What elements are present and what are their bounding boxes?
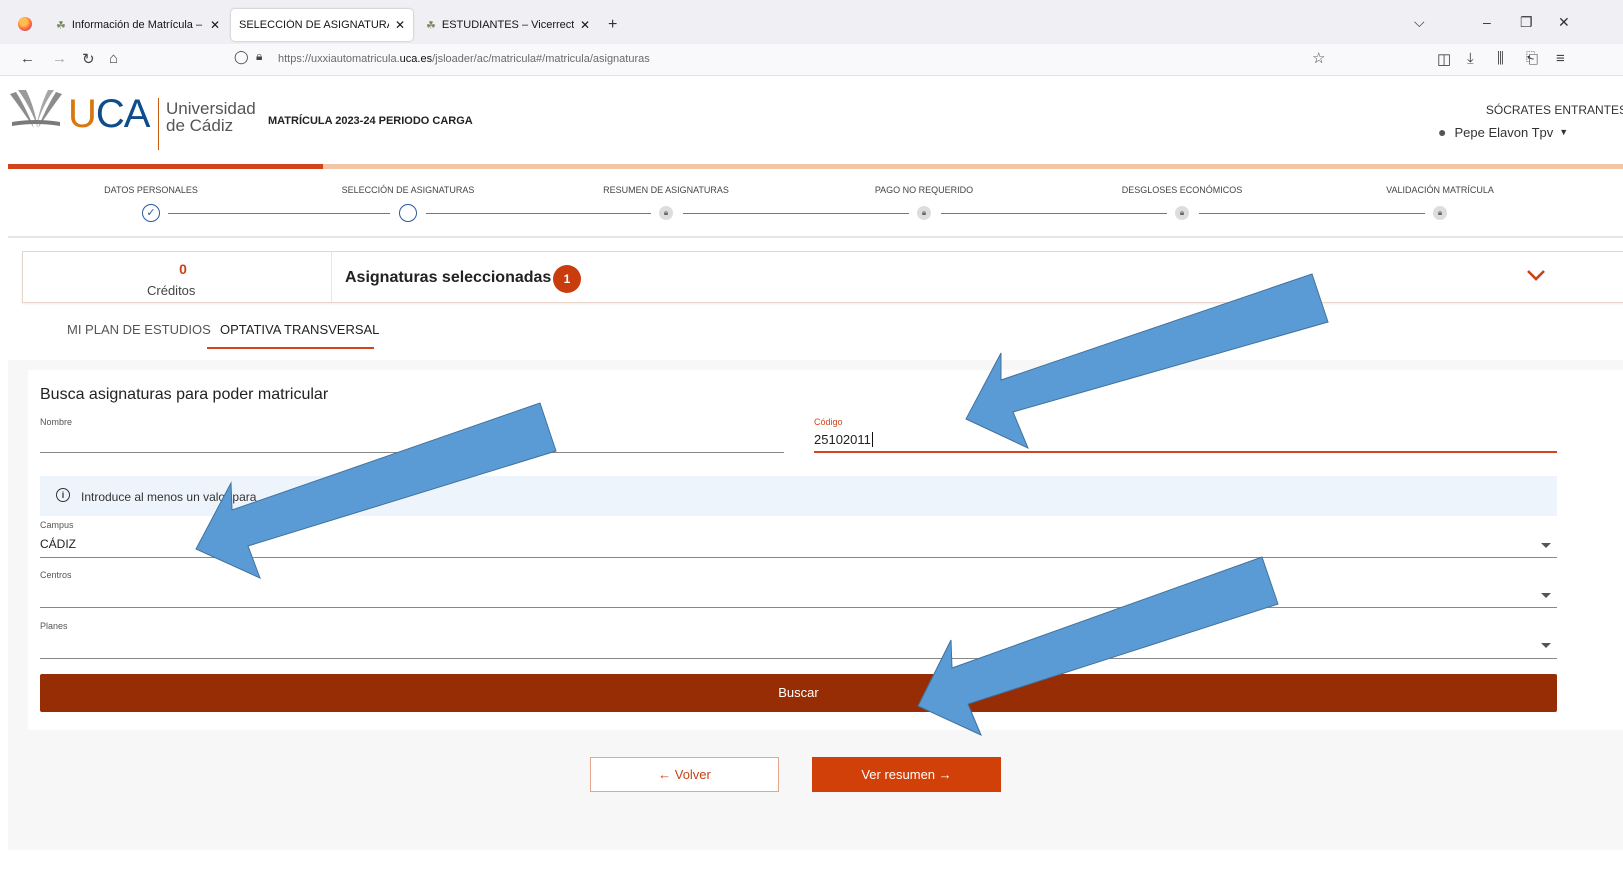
new-tab-button[interactable]: + [608, 16, 617, 34]
shield-icon[interactable]: ◯ [234, 49, 249, 65]
arrow-left-icon: ← [658, 767, 675, 782]
selected-subjects-panel[interactable]: 0 Créditos Asignaturas seleccionadas 1 [22, 251, 1623, 303]
browser-tab-2[interactable]: SELECCIÓN DE ASIGNATURAS - Uni ✕ [231, 9, 413, 41]
uca-favicon-icon: ☘ [56, 19, 66, 32]
text-cursor [871, 432, 873, 447]
campus-label: Campus [40, 520, 74, 530]
arrow-right-icon: → [935, 767, 952, 782]
centros-select[interactable] [40, 586, 1557, 606]
nombre-underline [40, 452, 784, 453]
step-label-datos: DATOS PERSONALES [104, 185, 198, 195]
caret-down-icon: ▼ [1559, 127, 1569, 137]
credits-value: 0 [179, 261, 187, 277]
info-icon: i [56, 488, 70, 502]
lock-icon: 🔒︎ [1175, 206, 1189, 220]
browser-tab-3[interactable]: ☘ ESTUDIANTES – Vicerrectorado ✕ [418, 9, 598, 41]
url-bar[interactable]: ◯ 🔒︎ https://uxxiautomatricula.uca.es/js… [228, 48, 1340, 72]
browser-tab-bar: ☘ Información de Matrícula – Áre ✕ SELEC… [0, 0, 1623, 44]
downloads-icon[interactable]: ⤓ [1467, 50, 1474, 67]
planes-label: Planes [40, 621, 68, 631]
volver-button[interactable]: ← Volver [590, 757, 779, 792]
summary-divider [331, 252, 332, 302]
forward-icon[interactable]: → [52, 50, 67, 67]
user-name: Pepe Elavon Tpv [1454, 124, 1554, 140]
close-tab-icon[interactable]: ✕ [210, 18, 220, 32]
step-label-seleccion: SELECCIÓN DE ASIGNATURAS [341, 185, 475, 195]
pocket-icon[interactable]: ◫ [1437, 50, 1451, 68]
codigo-underline [814, 451, 1557, 453]
logo-divider [158, 98, 159, 150]
step-connector [1199, 213, 1425, 214]
back-icon[interactable]: ← [20, 50, 35, 67]
lock-icon: 🔒︎ [917, 206, 931, 220]
university-name: Universidad de Cádiz [166, 99, 256, 135]
steps-divider [8, 236, 1623, 238]
step-label-validacion: VALIDACIÓN MATRÍCULA [1386, 185, 1494, 195]
centros-label: Centros [40, 570, 72, 580]
nombre-input[interactable] [40, 432, 784, 452]
active-tab-indicator [207, 347, 374, 349]
step-connector [426, 213, 651, 214]
browser-nav-bar: ← → ↻ ⌂ ◯ 🔒︎ https://uxxiautomatricula.u… [0, 44, 1623, 76]
user-icon: ● [1438, 124, 1447, 140]
minimize-icon[interactable]: – [1483, 14, 1491, 30]
selected-count-badge: 1 [553, 265, 581, 293]
selected-subjects-title: Asignaturas seleccionadas [345, 269, 552, 286]
uca-favicon-icon: ☘ [426, 19, 436, 32]
uca-logo-text: UCA [68, 92, 150, 136]
ver-resumen-button[interactable]: Ver resumen → [812, 757, 1001, 792]
user-menu[interactable]: ● Pepe Elavon Tpv ▼ [1438, 124, 1568, 140]
chevron-down-icon[interactable] [1525, 264, 1547, 286]
lock-icon: 🔒︎ [659, 206, 673, 220]
buscar-button[interactable]: Buscar [40, 674, 1557, 712]
credits-label: Créditos [147, 283, 196, 298]
progress-fill [8, 164, 323, 169]
extensions-icon[interactable]: ⎗ [1526, 50, 1538, 67]
menu-icon[interactable]: ≡ [1556, 50, 1565, 67]
info-text: Introduce al menos un valor para [81, 490, 257, 504]
dropdown-arrow-icon[interactable] [1541, 593, 1551, 598]
step-connector [941, 213, 1167, 214]
url-text[interactable]: https://uxxiautomatricula.uca.es/jsloade… [278, 53, 650, 65]
step-connector [683, 213, 909, 214]
codigo-input[interactable]: 25102011 [814, 432, 1557, 452]
planes-underline [40, 658, 1557, 659]
restore-icon[interactable]: ❐ [1520, 14, 1533, 31]
library-icon[interactable]: ⫼ [1497, 50, 1504, 67]
step-label-pago: PAGO NO REQUERIDO [874, 185, 974, 195]
step-connector [168, 213, 390, 214]
close-tab-icon[interactable]: ✕ [580, 18, 590, 32]
reload-icon[interactable]: ↻ [82, 50, 95, 68]
codigo-label: Código [814, 417, 843, 427]
info-banner: i Introduce al menos un valor para [40, 476, 1557, 516]
search-title: Busca asignaturas para poder matricular [40, 386, 329, 403]
home-icon[interactable]: ⌂ [109, 50, 118, 67]
close-window-icon[interactable]: ✕ [1558, 14, 1570, 31]
lock-icon[interactable]: 🔒︎ [256, 49, 262, 64]
browser-tab-1[interactable]: ☘ Información de Matrícula – Áre ✕ [48, 9, 228, 41]
lock-icon: 🔒︎ [1433, 206, 1447, 220]
centros-underline [40, 607, 1557, 608]
tab-list-icon[interactable]: ⌵ [1414, 14, 1425, 31]
step-current-icon[interactable] [399, 204, 417, 222]
planes-select[interactable] [40, 637, 1557, 657]
uca-logo-icon [10, 90, 62, 128]
step-label-resumen: RESUMEN DE ASIGNATURAS [603, 185, 729, 195]
step-label-desgloses: DESGLOSES ECONÓMICOS [1121, 185, 1243, 195]
tab-optativa-transversal[interactable]: OPTATIVA TRANSVERSAL [220, 322, 379, 337]
bookmark-star-icon[interactable]: ☆ [1312, 49, 1325, 67]
dropdown-arrow-icon[interactable] [1541, 643, 1551, 648]
step-done-check-icon[interactable]: ✓ [142, 204, 160, 222]
close-tab-icon[interactable]: ✕ [395, 18, 405, 32]
app-title: MATRÍCULA 2023-24 PERIODO CARGA [268, 115, 473, 127]
user-role: SÓCRATES ENTRANTES [1485, 103, 1623, 117]
nombre-label: Nombre [40, 417, 73, 427]
tab-plan-estudios[interactable]: MI PLAN DE ESTUDIOS [67, 322, 211, 337]
dropdown-arrow-icon[interactable] [1541, 543, 1551, 548]
firefox-icon[interactable] [18, 17, 32, 31]
campus-select[interactable]: CÁDIZ [40, 537, 1557, 557]
campus-underline [40, 557, 1557, 558]
